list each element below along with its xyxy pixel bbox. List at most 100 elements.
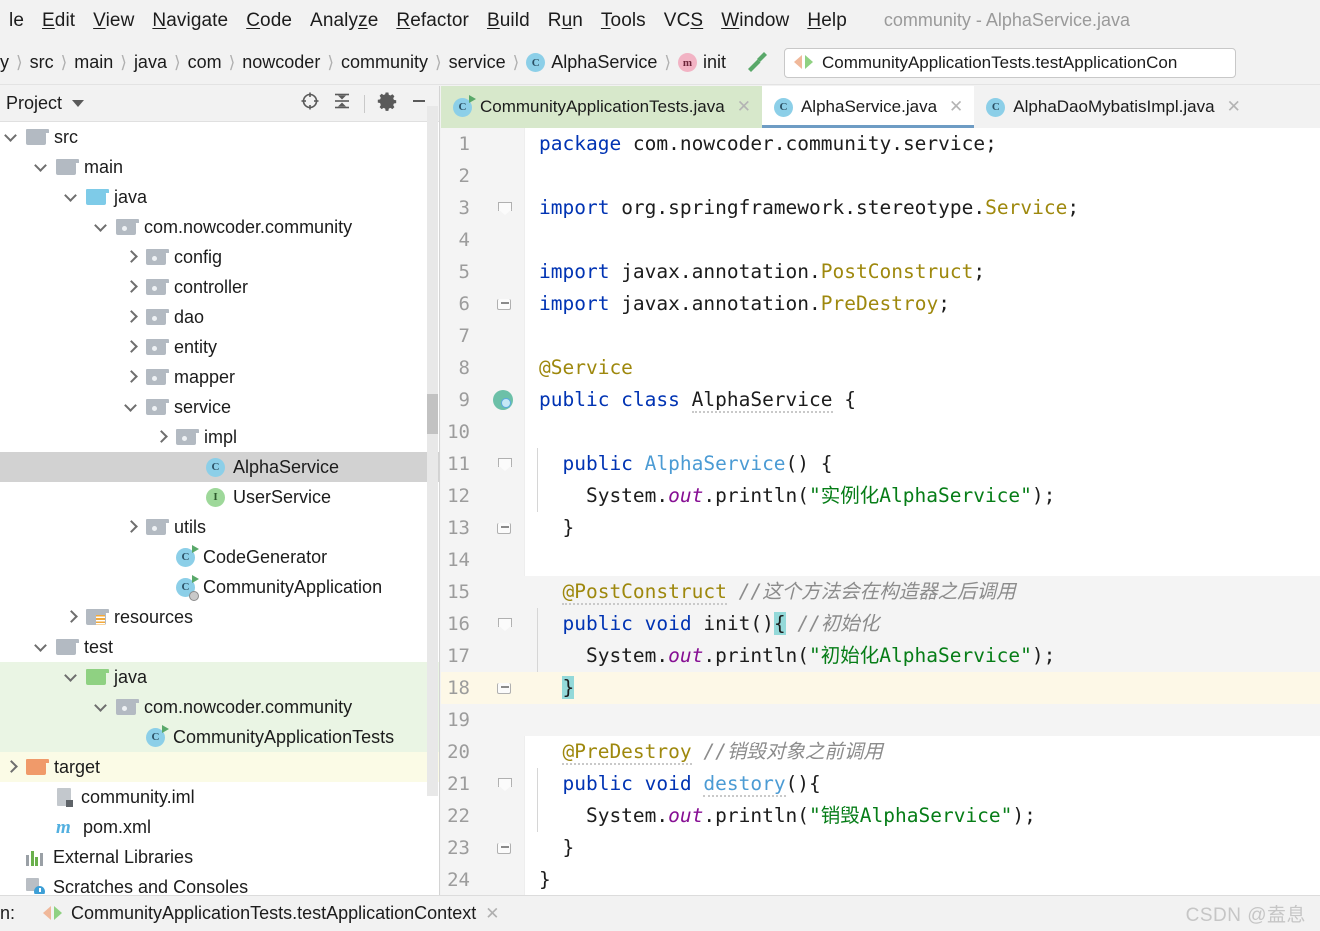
fold-open-icon[interactable] (497, 457, 512, 471)
code-editor[interactable]: 1 2 3 4 5 6 7 8 9 10 11 12 13 14 15 16 17 18 19 20 21 22 23 24 … (441, 128, 1320, 895)
chevron-right-icon[interactable] (126, 252, 137, 263)
code-line[interactable]: @Service (539, 352, 633, 384)
tree-item-alphaservice[interactable]: C AlphaService (0, 452, 439, 482)
menu-item-code[interactable]: Code (237, 10, 301, 32)
chevron-right-icon[interactable] (66, 612, 77, 623)
tree-item-com-nowcoder-community[interactable]: com.nowcoder.community (0, 692, 439, 722)
code-fold-marker[interactable] (497, 672, 519, 704)
tree-item-java[interactable]: java (0, 182, 439, 212)
tree-item-entity[interactable]: entity (0, 332, 439, 362)
tree-item-com-nowcoder-community[interactable]: com.nowcoder.community (0, 212, 439, 242)
menu-item-navigate[interactable]: Navigate (143, 10, 237, 32)
tree-item-communityapplicationtests[interactable]: C CommunityApplicationTests (0, 722, 439, 752)
menu-item-analyze[interactable]: Analyze (301, 10, 387, 32)
tree-item-dao[interactable]: dao (0, 302, 439, 332)
code-line[interactable]: System.out.println("实例化AlphaService"); (539, 480, 1055, 512)
editor-tab-alphadaomybatisimpl[interactable]: C AlphaDaoMybatisImpl.java ✕ (974, 86, 1252, 128)
editor-tab-communityapplicationtests[interactable]: C CommunityApplicationTests.java ✕ (441, 86, 762, 128)
breadcrumb-item-project[interactable]: y (0, 52, 9, 73)
fold-open-icon[interactable] (497, 201, 512, 215)
code-line[interactable]: } (539, 832, 574, 864)
spring-bean-gutter-icon[interactable] (493, 390, 513, 410)
tree-item-config[interactable]: config (0, 242, 439, 272)
code-line[interactable]: public AlphaService() { (539, 448, 832, 480)
tree-item-codegenerator[interactable]: C CodeGenerator (0, 542, 439, 572)
menu-item-build[interactable]: Build (478, 10, 539, 32)
chevron-down-icon[interactable] (66, 672, 77, 683)
breadcrumb-item-service[interactable]: service (449, 52, 506, 73)
code-fold-marker[interactable] (497, 768, 519, 800)
chevron-right-icon[interactable] (6, 762, 17, 773)
code-line[interactable]: } (539, 864, 551, 895)
chevron-right-icon[interactable] (126, 522, 137, 533)
editor-gutter[interactable]: 1 2 3 4 5 6 7 8 9 10 11 12 13 14 15 16 17 18 19 20 21 22 23 24 (441, 128, 525, 895)
code-line[interactable]: public void init(){ //初始化 (539, 608, 879, 640)
code-fold-marker[interactable] (497, 448, 519, 480)
code-line[interactable]: public void destory(){ (539, 768, 821, 800)
fold-open-icon[interactable] (497, 617, 512, 631)
code-content[interactable]: package com.nowcoder.community.service; i… (525, 128, 1320, 895)
code-fold-marker[interactable] (497, 192, 519, 224)
chevron-down-icon[interactable] (96, 222, 107, 233)
code-line[interactable]: import javax.annotation.PostConstruct; (539, 256, 985, 288)
chevron-down-icon[interactable] (36, 162, 47, 173)
tree-item-scratches-and-consoles[interactable]: Scratches and Consoles (0, 872, 439, 894)
tree-item-java[interactable]: java (0, 662, 439, 692)
tree-item-mapper[interactable]: mapper (0, 362, 439, 392)
project-tree[interactable]: src main java com.nowcoder.community config c… (0, 122, 439, 894)
breadcrumb-item-com[interactable]: com (188, 52, 222, 73)
close-icon[interactable]: ✕ (737, 97, 751, 117)
code-line[interactable]: } (539, 512, 574, 544)
tree-item-target[interactable]: target (0, 752, 439, 782)
code-line[interactable]: } (539, 672, 575, 704)
menu-item-file[interactable]: le (0, 10, 33, 32)
fold-open-icon[interactable] (497, 777, 512, 791)
code-line[interactable]: @PostConstruct //这个方法会在构造器之后调用 (539, 576, 1016, 608)
tree-item-userservice[interactable]: I UserService (0, 482, 439, 512)
tree-item-resources[interactable]: resources (0, 602, 439, 632)
chevron-right-icon[interactable] (126, 312, 137, 323)
tree-item-test[interactable]: test (0, 632, 439, 662)
menu-item-vcs[interactable]: VCS (655, 10, 712, 32)
menu-item-run[interactable]: Run (539, 10, 592, 32)
chevron-right-icon[interactable] (156, 432, 167, 443)
fold-end-icon[interactable] (497, 299, 511, 310)
breadcrumb-item-nowcoder[interactable]: nowcoder (242, 52, 320, 73)
close-icon[interactable]: ✕ (949, 97, 963, 117)
code-line[interactable]: System.out.println("销毁AlphaService"); (539, 800, 1036, 832)
code-fold-marker[interactable] (497, 832, 519, 864)
breadcrumb-item-main[interactable]: main (74, 52, 113, 73)
breadcrumb-item-community[interactable]: community (341, 52, 428, 73)
tree-item-src[interactable]: src (0, 122, 439, 152)
code-line[interactable]: import javax.annotation.PreDestroy; (539, 288, 950, 320)
menu-item-refactor[interactable]: Refactor (387, 10, 478, 32)
chevron-down-icon[interactable] (36, 642, 47, 653)
menu-item-tools[interactable]: Tools (592, 10, 655, 32)
project-tree-scrollbar[interactable] (427, 106, 438, 796)
chevron-down-icon[interactable] (66, 192, 77, 203)
close-icon[interactable]: ✕ (485, 904, 499, 924)
run-configuration-selector[interactable]: CommunityApplicationTests.testApplicatio… (784, 47, 1236, 78)
settings-gear-icon[interactable] (377, 91, 397, 116)
code-fold-marker[interactable] (497, 512, 519, 544)
close-icon[interactable]: ✕ (1227, 97, 1241, 117)
tree-item-impl[interactable]: impl (0, 422, 439, 452)
fold-end-icon[interactable] (497, 843, 511, 854)
code-fold-marker[interactable] (497, 288, 519, 320)
fold-end-icon[interactable] (497, 523, 511, 534)
scrollbar-thumb[interactable] (427, 394, 438, 434)
tree-item-controller[interactable]: controller (0, 272, 439, 302)
hammer-icon[interactable] (744, 47, 770, 78)
tree-item-utils[interactable]: utils (0, 512, 439, 542)
code-line[interactable]: package com.nowcoder.community.service; (539, 128, 997, 160)
chevron-right-icon[interactable] (126, 372, 137, 383)
fold-end-icon[interactable] (497, 683, 511, 694)
breadcrumb-item-src[interactable]: src (30, 52, 54, 73)
menu-item-help[interactable]: Help (798, 10, 855, 32)
chevron-down-icon[interactable] (96, 702, 107, 713)
code-line[interactable]: @PreDestroy //销毁对象之前调用 (539, 736, 883, 768)
menu-item-view[interactable]: View (84, 10, 143, 32)
chevron-down-icon[interactable] (6, 132, 17, 143)
tree-item-communityapplication[interactable]: C CommunityApplication (0, 572, 439, 602)
breadcrumb-item-init[interactable]: m init (677, 52, 726, 73)
